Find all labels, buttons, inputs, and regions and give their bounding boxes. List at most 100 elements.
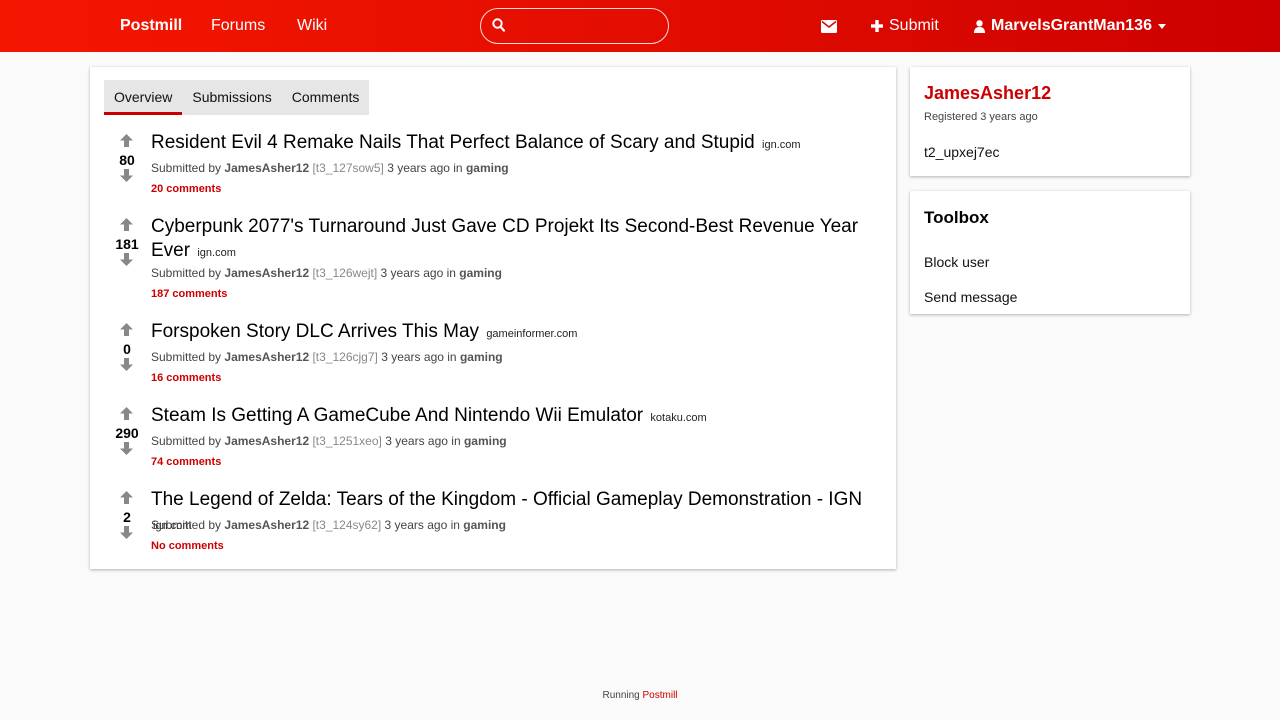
submission-time: 3 years ago [384, 518, 448, 532]
vote-controls: 2 [112, 488, 142, 558]
author-link[interactable]: JamesAsher12 [224, 350, 309, 364]
comments-link[interactable]: No comments [151, 540, 224, 552]
arrow-down-icon[interactable] [120, 253, 133, 266]
block-user-link[interactable]: Block user [924, 254, 989, 270]
comments-link[interactable]: 74 comments [151, 456, 221, 468]
messages-link[interactable] [821, 0, 837, 52]
submission-row: 290 Steam Is Getting A GameCube And Nint… [90, 404, 896, 484]
plus-icon [871, 20, 883, 32]
in-text: in [453, 161, 463, 175]
caret-down-icon [1157, 23, 1166, 29]
arrow-down-icon[interactable] [120, 442, 133, 455]
user-info-card: JamesAsher12 Registered 3 years ago t2_u… [910, 67, 1190, 176]
submission-title-link[interactable]: The Legend of Zelda: Tears of the Kingdo… [151, 489, 862, 510]
arrow-up-icon[interactable] [120, 491, 133, 504]
forum-link[interactable]: gaming [466, 161, 509, 175]
forum-link[interactable]: gaming [464, 434, 507, 448]
arrow-up-icon[interactable] [120, 407, 133, 420]
forum-link[interactable]: gaming [460, 350, 503, 364]
submission-title-line: Forspoken Story DLC Arrives This May gam… [151, 320, 891, 346]
submission-domain[interactable]: ign.com [762, 139, 801, 151]
submission-title-line: Resident Evil 4 Remake Nails That Perfec… [151, 131, 891, 157]
submission-meta: Submitted by JamesAsher12 [t3_126cjg7] 3… [151, 350, 503, 364]
vote-score: 0 [123, 341, 131, 357]
submission-meta: Submitted by JamesAsher12 [t3_124sy62] 3… [151, 518, 506, 532]
submission-id: [t3_1251xeo] [312, 434, 382, 448]
submission-title-link[interactable]: Resident Evil 4 Remake Nails That Perfec… [151, 132, 755, 153]
vote-controls: 290 [112, 404, 142, 474]
in-text: in [450, 518, 460, 532]
submitted-by-text: Submitted by [151, 350, 222, 364]
send-message-link[interactable]: Send message [924, 289, 1017, 305]
tab-submissions[interactable]: Submissions [182, 80, 281, 115]
tab-overview[interactable]: Overview [104, 80, 183, 115]
submission-row: 0 Forspoken Story DLC Arrives This May g… [90, 320, 896, 400]
submission-domain[interactable]: kotaku.com [650, 412, 706, 424]
submission-domain[interactable]: gameinformer.com [486, 328, 577, 340]
user-menu-button[interactable]: MarvelsGrantMan136 [974, 0, 1166, 52]
profile-username-link[interactable]: JamesAsher12 [924, 83, 1051, 104]
username-label: MarvelsGrantMan136 [991, 17, 1152, 34]
tab-comments[interactable]: Comments [282, 80, 370, 115]
toolbox-heading: Toolbox [924, 208, 989, 227]
author-link[interactable]: JamesAsher12 [224, 266, 309, 280]
in-text: in [446, 266, 456, 280]
brand-link[interactable]: Postmill [120, 0, 182, 52]
nav-forums-link[interactable]: Forums [211, 0, 265, 52]
submission-domain[interactable]: ign.com [197, 247, 236, 259]
submission-title-line: Steam Is Getting A GameCube And Nintendo… [151, 404, 891, 430]
author-link[interactable]: JamesAsher12 [224, 161, 309, 175]
submission-time: 3 years ago [385, 434, 448, 448]
submission-title-link[interactable]: Cyberpunk 2077's Turnaround Just Gave CD… [151, 216, 858, 261]
comments-link[interactable]: 20 comments [151, 183, 221, 195]
author-link[interactable]: JamesAsher12 [224, 434, 309, 448]
footer: Running Postmill [0, 690, 1280, 701]
user-id-text: t2_upxej7ec [924, 144, 1000, 160]
vote-score: 181 [115, 236, 139, 252]
arrow-down-icon[interactable] [120, 358, 133, 371]
vote-controls: 80 [112, 131, 142, 201]
footer-running-text: Running [602, 690, 640, 701]
arrow-down-icon[interactable] [120, 169, 133, 182]
submission-id: [t3_126wejt] [312, 266, 378, 280]
submission-meta: Submitted by JamesAsher12 [t3_127sow5] 3… [151, 161, 509, 175]
vote-score: 80 [119, 152, 135, 168]
submission-id: [t3_127sow5] [312, 161, 384, 175]
vote-controls: 181 [112, 215, 142, 285]
submission-title-link[interactable]: Steam Is Getting A GameCube And Nintendo… [151, 405, 643, 426]
vote-score: 290 [115, 425, 139, 441]
comments-link[interactable]: 187 comments [151, 288, 227, 300]
toolbox-card: Toolbox Block user Send message [910, 191, 1190, 314]
comments-link[interactable]: 16 comments [151, 372, 221, 384]
search-icon [492, 18, 505, 32]
submitted-by-text: Submitted by [151, 266, 222, 280]
search-input[interactable] [511, 15, 661, 37]
author-link[interactable]: JamesAsher12 [224, 518, 309, 532]
envelope-icon [821, 19, 837, 33]
submit-link[interactable]: Submit [871, 0, 939, 52]
vote-controls: 0 [112, 320, 142, 390]
search-box [480, 8, 669, 44]
forum-link[interactable]: gaming [459, 266, 502, 280]
submission-id: [t3_126cjg7] [312, 350, 378, 364]
submitted-by-text: Submitted by [151, 518, 222, 532]
arrow-down-icon[interactable] [120, 526, 133, 539]
main-content-card: Overview Submissions Comments 80 Residen… [90, 67, 896, 569]
footer-postmill-link[interactable]: Postmill [643, 690, 678, 701]
submission-row: 80 Resident Evil 4 Remake Nails That Per… [90, 131, 896, 211]
arrow-up-icon[interactable] [120, 134, 133, 147]
submit-label: Submit [889, 17, 939, 34]
submission-title-link[interactable]: Forspoken Story DLC Arrives This May [151, 321, 479, 342]
user-icon [974, 19, 985, 33]
arrow-up-icon[interactable] [120, 218, 133, 231]
arrow-up-icon[interactable] [120, 323, 133, 336]
submission-time: 3 years ago [380, 266, 444, 280]
top-navbar: Postmill Forums Wiki Submit MarvelsGrant… [0, 0, 1280, 52]
submission-meta: Submitted by JamesAsher12 [t3_1251xeo] 3… [151, 434, 507, 448]
nav-wiki-link[interactable]: Wiki [297, 0, 327, 52]
profile-tabs: Overview Submissions Comments [104, 80, 370, 115]
submission-title-line: Cyberpunk 2077's Turnaround Just Gave CD… [151, 215, 891, 265]
submission-time: 3 years ago [381, 350, 444, 364]
forum-link[interactable]: gaming [463, 518, 506, 532]
submitted-by-text: Submitted by [151, 434, 222, 448]
